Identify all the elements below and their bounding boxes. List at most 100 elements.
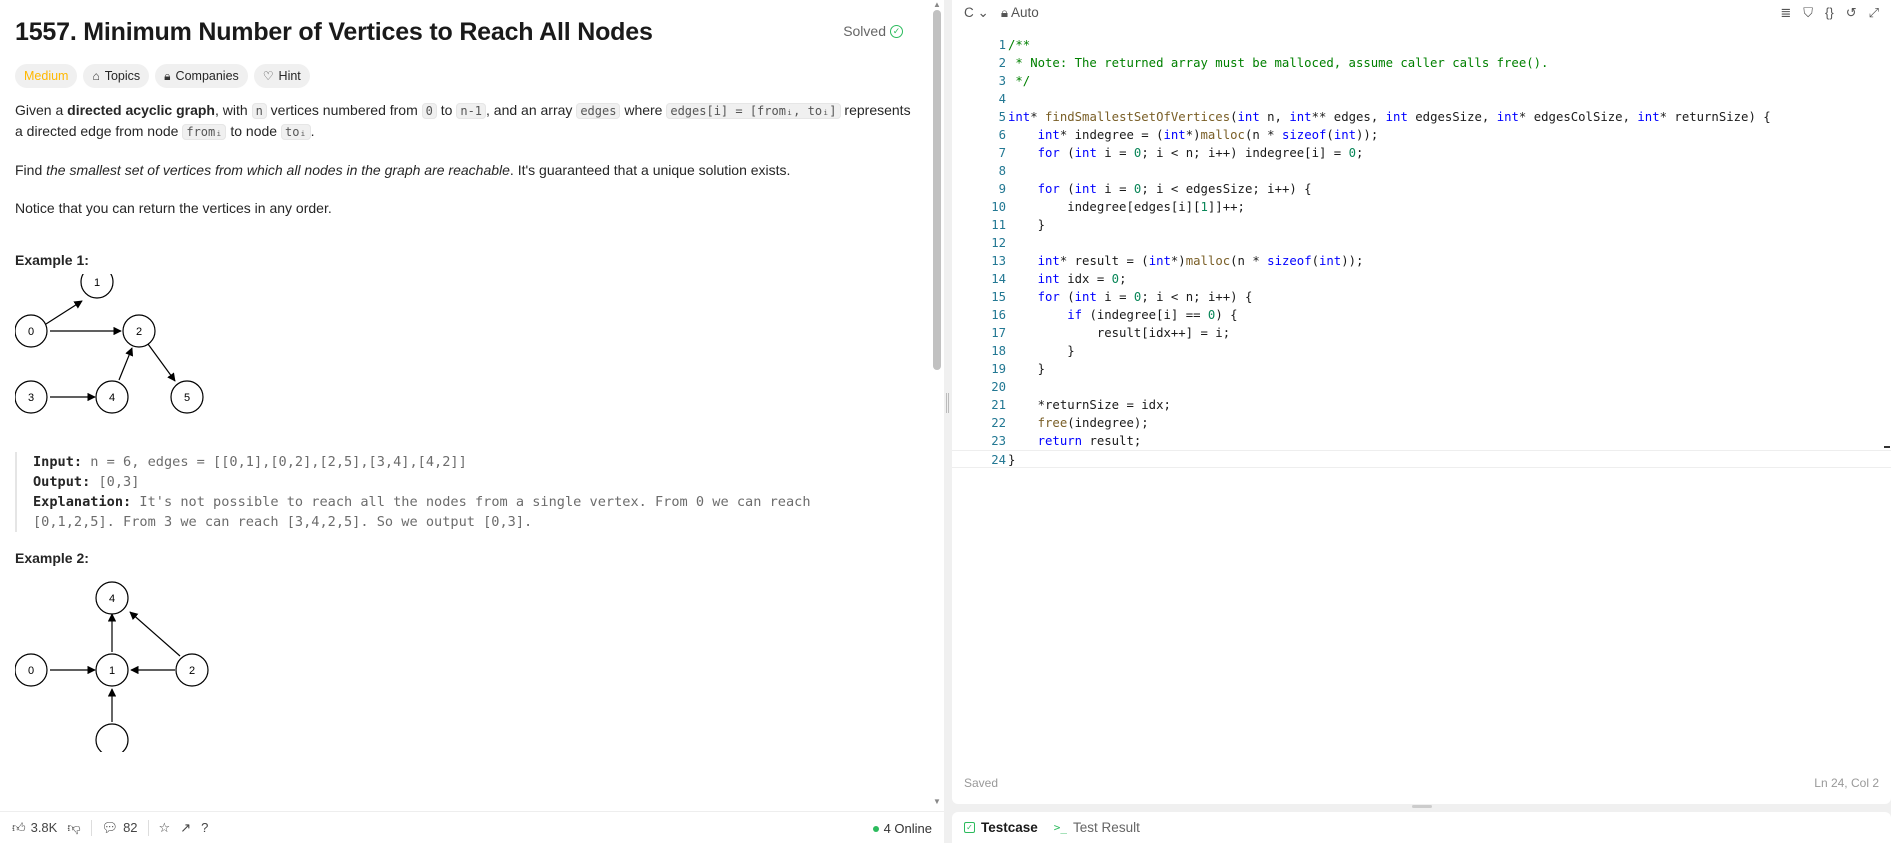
code-area[interactable]: 1/** 2 * Note: The returned array must b… — [952, 36, 1891, 468]
explanation-label: Explanation: — [33, 494, 132, 510]
code-line: 19 } — [991, 362, 1046, 376]
problem-description: 1557. Minimum Number of Vertices to Reac… — [0, 0, 928, 810]
edge — [118, 347, 134, 381]
code-editor[interactable]: C ⌄ 🔒︎ Auto ≣ ⛉ {} ↺ ⤢ 1/** 2 * Note: Th… — [952, 0, 1891, 804]
text: where — [620, 102, 667, 118]
tab-label: Test Result — [1073, 820, 1140, 835]
code-line: 15 for (int i = 0; i < n; i++) { — [991, 290, 1253, 304]
text: . — [310, 123, 315, 139]
text: Find — [15, 162, 47, 178]
topics-label: Topics — [104, 69, 141, 83]
code-line: 8 — [998, 164, 1006, 178]
solved-status: Solved ✓ — [843, 23, 903, 39]
code-line: 21 *returnSize = idx; — [991, 398, 1171, 412]
node-label: 0 — [28, 665, 34, 677]
lock-icon: 🔒︎ — [1000, 4, 1009, 20]
format-icon[interactable]: ≣ — [1780, 5, 1791, 21]
graph-node: 4 — [95, 581, 129, 615]
hint-button[interactable]: ♡ Hint — [253, 64, 310, 88]
tab-test-result[interactable]: >_ Test Result — [1054, 820, 1140, 835]
inline-code: edges — [576, 103, 621, 119]
scroll-down-icon[interactable]: ▼ — [933, 797, 941, 806]
help-button[interactable]: ? — [201, 820, 208, 835]
tab-testcase[interactable]: ✓ Testcase — [964, 820, 1038, 835]
expand-icon[interactable]: ⤢ — [1869, 5, 1879, 21]
grip-icon — [946, 393, 949, 413]
editor-toolbar: C ⌄ 🔒︎ Auto ≣ ⛉ {} ↺ ⤢ — [952, 0, 1891, 25]
graph-node: 2 — [122, 314, 156, 348]
code-line: 11 } — [991, 218, 1046, 232]
editor-status-bar: Saved Ln 24, Col 2 — [964, 776, 1879, 790]
mode-label: Auto — [1011, 4, 1039, 20]
code-line: 17 result[idx++] = i; — [991, 326, 1231, 340]
panel-resize-handle[interactable] — [944, 0, 952, 843]
comment-count: 82 — [123, 820, 138, 835]
inline-code: toᵢ — [280, 124, 311, 140]
online-dot-icon — [872, 825, 879, 832]
topics-button[interactable]: ⌂ Topics — [83, 64, 150, 88]
code-line: 20 — [991, 380, 1006, 394]
graph-node-partial — [95, 723, 129, 752]
terminal-icon: >_ — [1053, 821, 1068, 834]
test-panel-tabs: ✓ Testcase >_ Test Result — [952, 812, 1891, 843]
node-label: 1 — [94, 277, 100, 289]
code-line: 18 } — [991, 344, 1075, 358]
online-indicator: 4 Online — [872, 821, 932, 836]
text: , and an array — [486, 102, 577, 118]
scrollbar-thumb[interactable] — [933, 10, 941, 370]
mode-select[interactable]: 🔒︎ Auto — [1001, 5, 1039, 21]
graph-node: 1 — [95, 653, 129, 687]
editor-overview-ruler — [1882, 36, 1890, 456]
graph-node: 0 — [15, 314, 48, 348]
divider — [90, 819, 92, 836]
share-icon: ↗ — [180, 819, 192, 835]
inline-code: edges[i] = [fromᵢ, toᵢ] — [666, 103, 841, 119]
text: Given a — [15, 102, 68, 118]
code-line: 10 indegree[edges[i][1]]++; — [991, 200, 1245, 214]
companies-button[interactable]: 🔒︎ Companies — [155, 64, 248, 88]
code-line: 6 int* indegree = (int*)malloc(n * sizeo… — [998, 128, 1379, 142]
scroll-up-icon[interactable]: ▲ — [933, 0, 941, 9]
dislike-button[interactable]: 👎︎ — [67, 820, 80, 836]
inline-code: fromᵢ — [182, 124, 227, 140]
edge — [147, 343, 176, 382]
favorite-button[interactable]: ☆ — [159, 820, 171, 836]
node-label: 2 — [189, 665, 195, 677]
vertical-resize-handle[interactable] — [1412, 805, 1432, 808]
save-status: Saved — [964, 776, 999, 790]
example-2-title: Example 2: — [15, 550, 89, 566]
like-button[interactable]: 👍︎ 3.8K — [12, 820, 57, 836]
like-count: 3.8K — [30, 820, 58, 835]
text: . It's guaranteed that a unique solution… — [509, 162, 791, 178]
thumbs-up-icon: 👍︎ — [12, 819, 26, 835]
reset-icon[interactable]: ↺ — [1846, 5, 1857, 21]
title-row: 1557. Minimum Number of Vertices to Reac… — [15, 0, 913, 64]
language-select[interactable]: C ⌄ — [964, 5, 989, 21]
cursor-marker — [1884, 446, 1890, 448]
graph-node: 0 — [15, 653, 48, 687]
code-line: 14 int idx = 0; — [991, 272, 1127, 286]
inline-code: 0 — [421, 103, 437, 119]
example-1-title: Example 1: — [15, 252, 89, 268]
cursor-position: Ln 24, Col 2 — [1814, 776, 1879, 790]
left-scrollbar[interactable]: ▲ ▼ — [930, 0, 944, 810]
text: to node — [226, 123, 281, 139]
node-label: 1 — [109, 665, 115, 677]
lock-icon: 🔒︎ — [164, 68, 171, 83]
node-label: 2 — [136, 326, 142, 338]
code-line: 13 int* result = (int*)malloc(n * sizeof… — [991, 254, 1364, 268]
bookmark-icon[interactable]: ⛉ — [1803, 5, 1813, 21]
code-line: 3 */ — [998, 74, 1031, 88]
node-label: 4 — [109, 392, 115, 404]
comments-button[interactable]: 💬︎ 82 — [102, 820, 138, 836]
description-paragraph-3: Notice that you can return the vertices … — [15, 200, 332, 216]
thumbs-down-icon: 👎︎ — [67, 819, 81, 835]
node-label: 0 — [28, 326, 34, 338]
problem-footer: 👍︎ 3.8K 👎︎ 💬︎ 82 ☆ ↗ ? 4 Online — [0, 811, 944, 843]
code-line: 22 free(indegree); — [991, 416, 1149, 430]
input-label: Input: — [33, 454, 83, 470]
share-button[interactable]: ↗ — [180, 820, 191, 836]
braces-icon[interactable]: {} — [1825, 5, 1834, 21]
tag-row: Medium ⌂ Topics 🔒︎ Companies ♡ Hint — [15, 64, 913, 88]
code-line: 23 return result; — [991, 434, 1142, 448]
